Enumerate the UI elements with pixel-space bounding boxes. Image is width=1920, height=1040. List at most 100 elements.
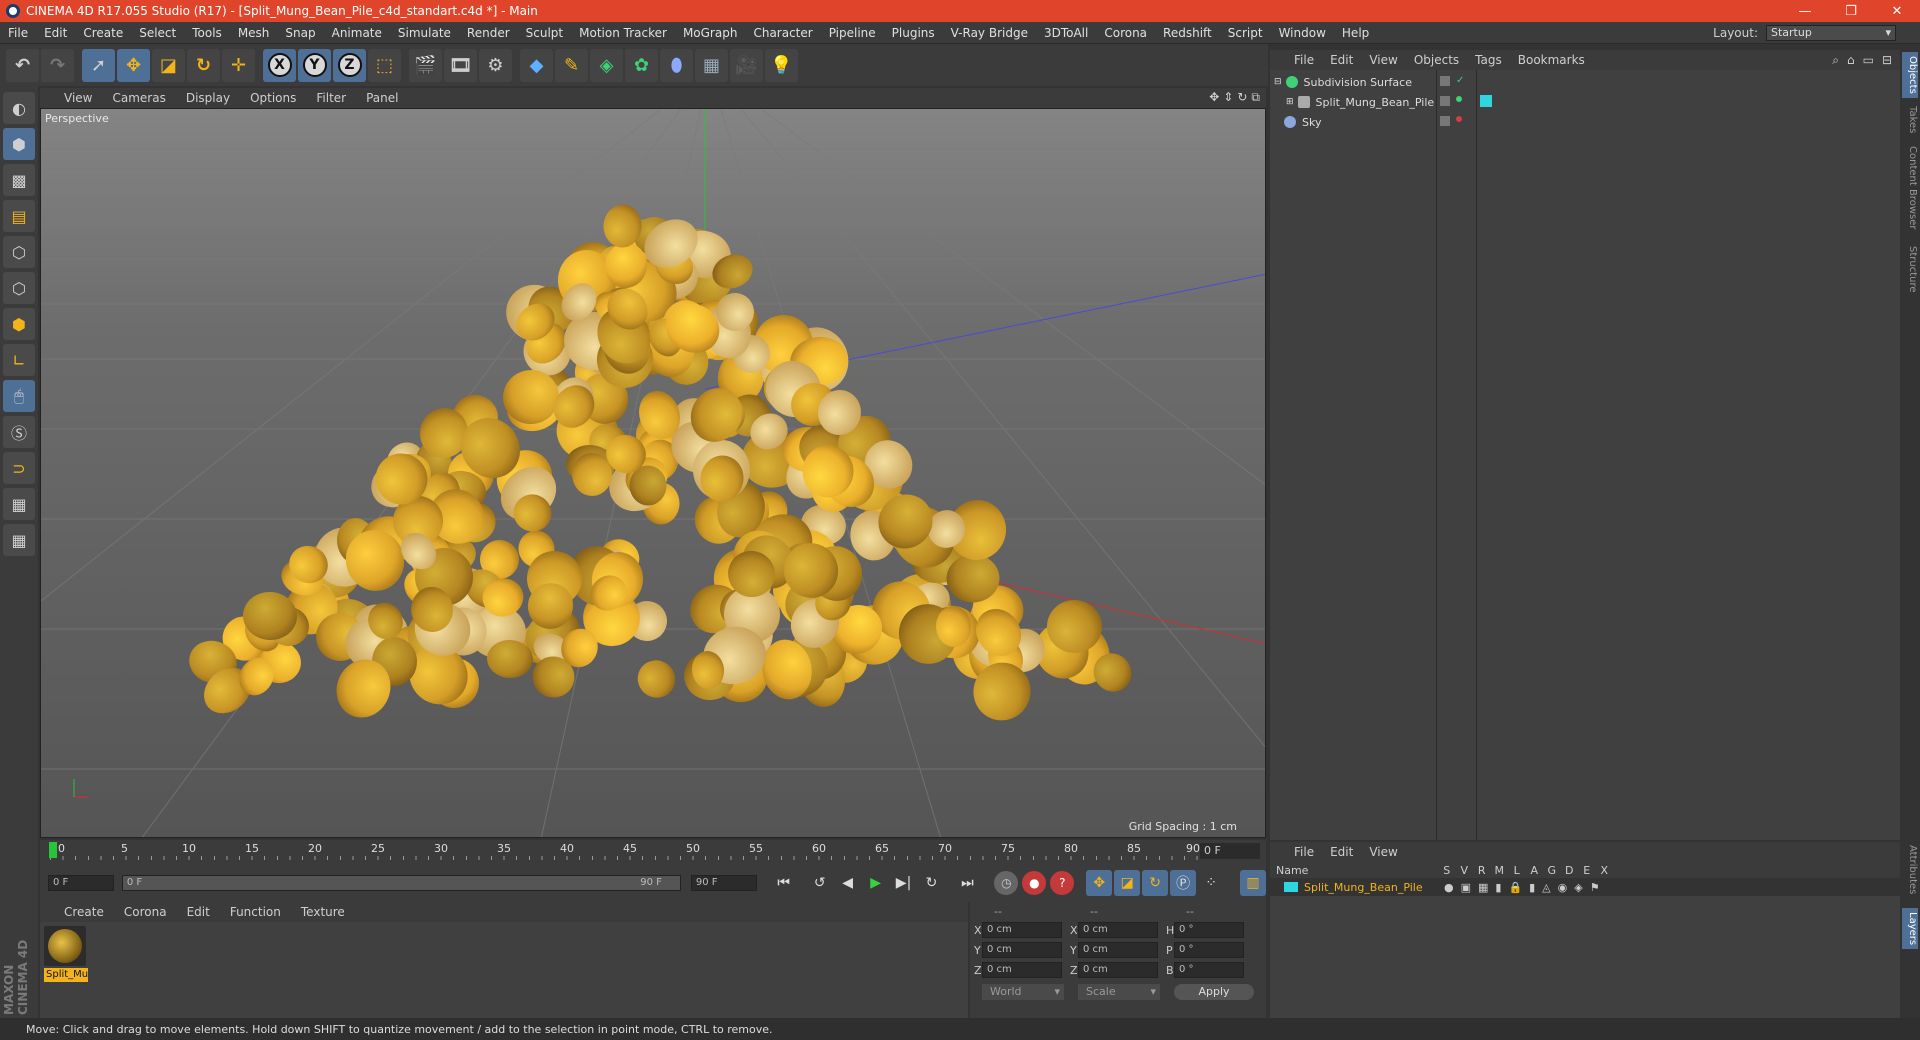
menu-sculpt[interactable]: Sculpt <box>518 26 571 40</box>
autokey-icon[interactable]: ● <box>1022 871 1047 895</box>
previous-keyframe-icon[interactable]: ↺ <box>807 870 833 896</box>
deformer-icon[interactable]: ⬮ <box>660 48 693 82</box>
object-menu-view[interactable]: View <box>1361 53 1405 67</box>
key-parameter-icon[interactable]: Ⓟ <box>1170 870 1197 896</box>
perspective-viewport[interactable]: Perspective Grid Spacing : 1 cm <box>40 108 1266 838</box>
current-frame-field[interactable]: 0 F <box>1200 843 1260 859</box>
make-editable-icon[interactable]: ◐ <box>3 92 35 124</box>
layer-menu-edit[interactable]: Edit <box>1322 845 1361 859</box>
orbit-view-icon[interactable]: ↻ <box>1237 90 1247 105</box>
layer-flags-icons[interactable]: ●▣▦▮🔒▮◬◉◈⚑ <box>1444 881 1607 894</box>
tab-attributes[interactable]: Attributes <box>1902 845 1918 894</box>
key-position-icon[interactable]: ✥ <box>1086 870 1113 896</box>
render-view-icon[interactable]: 🎬 <box>409 48 442 82</box>
magnet-icon[interactable]: ⊃ <box>3 452 35 484</box>
menu-create[interactable]: Create <box>75 26 131 40</box>
tab-content-browser[interactable]: Content Browser <box>1902 146 1918 229</box>
coordinate-system-icon[interactable]: ⬚ <box>368 48 401 82</box>
visibility-dot-icon[interactable] <box>1456 116 1462 122</box>
pan-view-icon[interactable]: ✥ <box>1209 90 1219 105</box>
end-frame-field[interactable]: 90 F <box>690 875 757 891</box>
collapse-icon[interactable]: ⊟ <box>1274 77 1282 87</box>
size-x-field[interactable]: 0 cm <box>1078 922 1158 938</box>
layer-tag-icon[interactable] <box>1440 96 1450 106</box>
menu-character[interactable]: Character <box>745 26 820 40</box>
menu-edit[interactable]: Edit <box>36 26 75 40</box>
start-frame-field[interactable]: 0 F <box>48 875 114 891</box>
undo-icon[interactable]: ↶ <box>6 48 39 82</box>
object-menu-objects[interactable]: Objects <box>1406 53 1467 67</box>
tab-objects[interactable]: Objects <box>1902 52 1918 98</box>
pen-spline-icon[interactable]: ✎ <box>555 48 588 82</box>
redo-icon[interactable]: ↷ <box>41 48 74 82</box>
menu-window[interactable]: Window <box>1271 26 1334 40</box>
z-axis-lock-icon[interactable]: Z <box>333 48 366 82</box>
close-button[interactable]: ✕ <box>1874 0 1920 22</box>
scale-tool-icon[interactable]: ◪ <box>152 48 185 82</box>
size-mode-dropdown[interactable]: Scale <box>1078 984 1160 1000</box>
layer-tag-icon[interactable] <box>1440 76 1450 86</box>
maximize-panel-icon[interactable]: ⊟ <box>1882 53 1892 68</box>
layer-row[interactable]: Split_Mung_Bean_Pile ●▣▦▮🔒▮◬◉◈⚑ <box>1270 878 1900 896</box>
rotate-tool-icon[interactable]: ↻ <box>187 48 220 82</box>
render-picture-viewer-icon[interactable]: 🎞 <box>444 48 477 82</box>
minimize-button[interactable]: — <box>1782 0 1828 22</box>
points-mode-icon[interactable]: ⬡ <box>3 236 35 268</box>
menu-plugins[interactable]: Plugins <box>884 26 943 40</box>
viewport-menu-panel[interactable]: Panel <box>356 91 408 105</box>
menu-redshift[interactable]: Redshift <box>1155 26 1220 40</box>
menu-snap[interactable]: Snap <box>277 26 323 40</box>
next-frame-icon[interactable]: ▶| <box>891 870 917 896</box>
material-swatch[interactable]: Split_Mu <box>44 926 88 982</box>
viewport-menu-cameras[interactable]: Cameras <box>102 91 175 105</box>
timeline-ruler[interactable]: 0 5 10 15 20 25 30 35 40 45 50 55 60 65 … <box>40 840 1266 864</box>
material-menu-texture[interactable]: Texture <box>291 905 355 919</box>
camera-icon[interactable]: 🎥 <box>730 48 763 82</box>
menu-simulate[interactable]: Simulate <box>390 26 459 40</box>
position-z-field[interactable]: 0 cm <box>982 962 1062 978</box>
select-arrow-icon[interactable]: ➚ <box>82 48 115 82</box>
viewport-menu-options[interactable]: Options <box>240 91 306 105</box>
menu-select[interactable]: Select <box>131 26 184 40</box>
rotation-b-field[interactable]: 0 ° <box>1174 962 1244 978</box>
size-z-field[interactable]: 0 cm <box>1078 962 1158 978</box>
texture-tag-icon[interactable] <box>1480 95 1492 107</box>
menu-script[interactable]: Script <box>1220 26 1271 40</box>
restore-button[interactable]: ❐ <box>1828 0 1874 22</box>
expand-icon[interactable]: ⊞ <box>1286 97 1294 107</box>
tab-structure[interactable]: Structure <box>1902 246 1918 293</box>
menu-file[interactable]: File <box>0 26 36 40</box>
subdivision-generator-icon[interactable]: ◈ <box>590 48 623 82</box>
position-x-field[interactable]: 0 cm <box>982 922 1062 938</box>
texture-mode-icon[interactable]: ▩ <box>3 164 35 196</box>
rotation-h-field[interactable]: 0 ° <box>1174 922 1244 938</box>
menu-pipeline[interactable]: Pipeline <box>821 26 884 40</box>
edges-mode-icon[interactable]: ⬡ <box>3 272 35 304</box>
menu-render[interactable]: Render <box>459 26 518 40</box>
visibility-dot-icon[interactable] <box>1456 96 1462 102</box>
position-y-field[interactable]: 0 cm <box>982 942 1062 958</box>
object-row-bean-pile[interactable]: ⊞ Split_Mung_Bean_Pile <box>1286 92 1434 112</box>
go-to-end-icon[interactable]: ⏭ <box>954 870 980 896</box>
object-menu-bookmarks[interactable]: Bookmarks <box>1510 53 1593 67</box>
maximize-view-icon[interactable]: ⧉ <box>1251 90 1260 105</box>
layer-tag-icon[interactable] <box>1440 116 1450 126</box>
tab-layers[interactable]: Layers <box>1902 908 1918 950</box>
enabled-check-icon[interactable]: ✓ <box>1456 76 1466 86</box>
layer-color-swatch[interactable] <box>1284 882 1298 892</box>
axis-mode-icon[interactable]: ∟ <box>3 344 35 376</box>
key-scale-icon[interactable]: ◪ <box>1114 870 1141 896</box>
key-rotation-icon[interactable]: ↻ <box>1142 870 1169 896</box>
menu-3dtoall[interactable]: 3DToAll <box>1036 26 1096 40</box>
model-mode-icon[interactable]: ⬢ <box>3 128 35 160</box>
new-window-icon[interactable]: ▭ <box>1863 53 1874 68</box>
layer-name[interactable]: Split_Mung_Bean_Pile <box>1304 881 1444 894</box>
menu-vray-bridge[interactable]: V-Ray Bridge <box>943 26 1036 40</box>
y-axis-lock-icon[interactable]: Y <box>298 48 331 82</box>
playhead-marker[interactable] <box>49 842 57 858</box>
lock-workplane-icon[interactable]: ▦ <box>3 488 35 520</box>
preview-range-slider[interactable]: 0 F 90 F <box>121 875 681 891</box>
layer-menu-file[interactable]: File <box>1286 845 1322 859</box>
object-menu-tags[interactable]: Tags <box>1467 53 1510 67</box>
home-icon[interactable]: ⌂ <box>1847 53 1855 68</box>
